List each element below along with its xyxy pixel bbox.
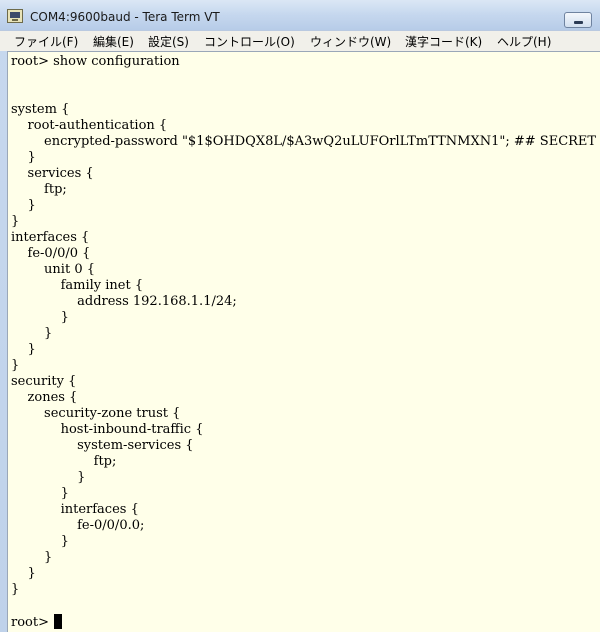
terminal-line: } [11,198,36,213]
terminal-line: root> [11,614,63,630]
terminal-line: } [11,310,69,325]
terminal-line: host-inbound-traffic { [11,422,204,437]
terminal-line: unit 0 { [11,262,95,277]
terminal-line: fe-0/0/0.0; [11,518,145,533]
terminal-cursor [54,614,63,629]
terminal-screen[interactable]: root> show configuration system { root-au… [7,51,600,632]
tera-term-window: COM4:9600baud - Tera Term VT ファイル(F) 編集(… [0,0,600,632]
terminal-line: interfaces { [11,502,139,517]
menu-window[interactable]: ウィンドウ(W) [310,33,391,50]
terminal-line: family inet { [11,278,144,293]
terminal-line: fe-0/0/0 { [11,246,91,261]
terminal-line: encrypted-password "$1$OHDQX8L/$A3wQ2uLU… [11,134,597,149]
terminal-line: security { [11,374,77,389]
terminal-line: } [11,342,36,357]
terminal-line: } [11,534,69,549]
terminal-line: } [11,550,53,565]
terminal-line: address 192.168.1.1/24; [11,294,237,309]
window-title: COM4:9600baud - Tera Term VT [30,10,220,24]
terminal-line: system { [11,102,70,117]
menu-help[interactable]: ヘルプ(H) [497,33,551,50]
terminal-line: interfaces { [11,230,90,245]
menu-edit[interactable]: 編集(E) [93,33,134,50]
title-bar[interactable]: COM4:9600baud - Tera Term VT [0,0,600,30]
terminal-line: ftp; [11,182,67,197]
menu-setup[interactable]: 設定(S) [148,33,189,50]
terminal-line: } [11,486,69,501]
terminal-line: root-authentication { [11,118,168,133]
terminal-line: zones { [11,390,78,405]
menu-file[interactable]: ファイル(F) [14,33,78,50]
terminal-line: root> show configuration [11,54,180,69]
terminal-line: ftp; [11,454,117,469]
terminal-line: services { [11,166,94,181]
minimize-icon [574,21,583,24]
terminal-line: } [11,470,86,485]
menu-kanji-code[interactable]: 漢字コード(K) [405,33,482,50]
terminal-line: } [11,150,36,165]
terminal-line: } [11,582,20,597]
terminal-line: system-services { [11,438,194,453]
tera-term-icon[interactable] [7,9,23,23]
terminal-line: } [11,326,53,341]
menu-control[interactable]: コントロール(O) [204,33,295,50]
minimize-button[interactable] [564,12,592,28]
terminal-line: security-zone trust { [11,406,181,421]
terminal-line: } [11,358,20,373]
terminal-line: } [11,214,20,229]
terminal-line: } [11,566,36,581]
menu-bar: ファイル(F) 編集(E) 設定(S) コントロール(O) ウィンドウ(W) 漢… [0,30,600,51]
